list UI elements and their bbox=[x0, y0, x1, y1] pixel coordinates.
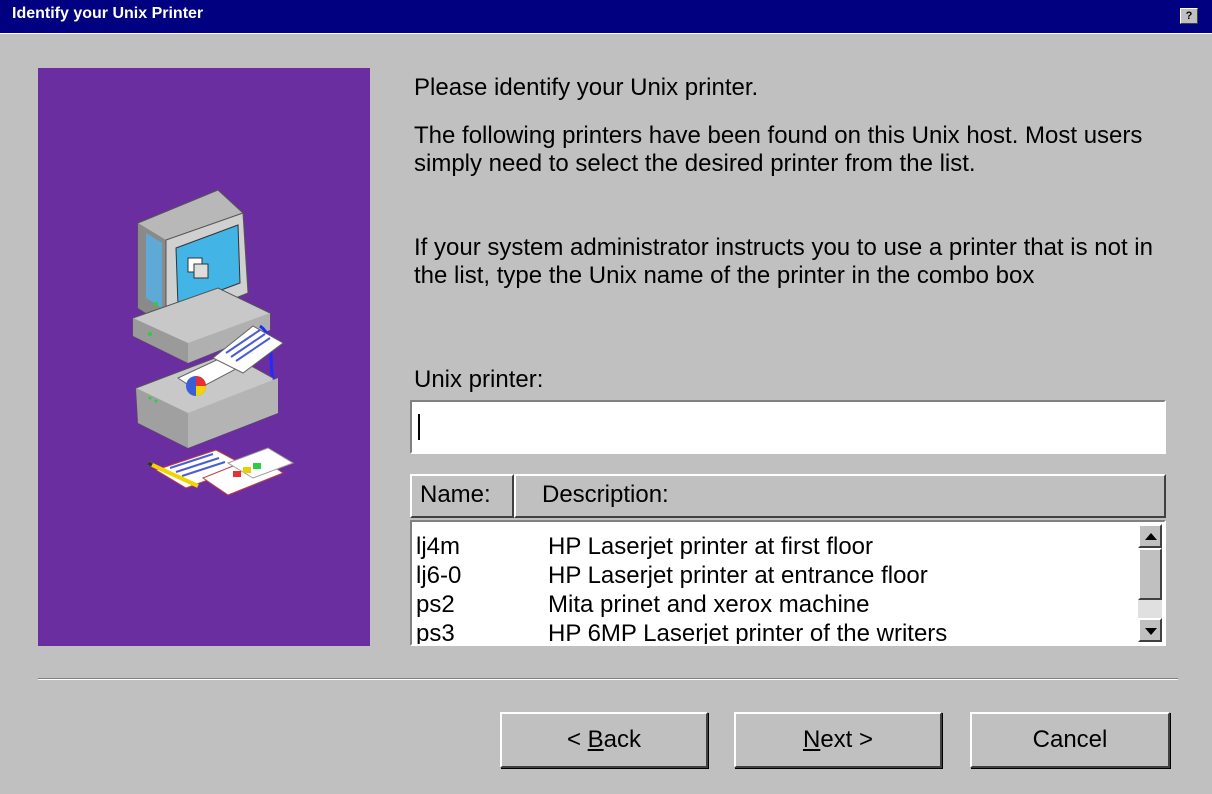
back-button-label: ack bbox=[603, 726, 642, 753]
next-button-mnemonic: N bbox=[802, 726, 821, 753]
scroll-up-button[interactable] bbox=[1138, 524, 1162, 548]
computer-printer-illustration bbox=[132, 189, 295, 496]
printer-description: Mita prinet and xerox machine bbox=[548, 591, 870, 618]
printer-name: lj4m bbox=[416, 533, 461, 560]
intro-paragraph-2: If your system administrator instructs y… bbox=[414, 234, 1153, 289]
printer-name: ps3 bbox=[416, 620, 455, 646]
unix-printer-label: Unix printer: bbox=[414, 366, 544, 393]
column-header-name[interactable]: Name: bbox=[410, 474, 514, 518]
next-button[interactable]: Next > bbox=[734, 712, 942, 768]
wizard-illustration-panel bbox=[38, 68, 370, 646]
unix-printer-input[interactable] bbox=[414, 404, 1162, 450]
printer-name: lj6-0 bbox=[416, 562, 462, 589]
back-button[interactable]: < Back bbox=[500, 712, 708, 768]
back-button-mnemonic: B bbox=[587, 726, 604, 753]
arrow-up-icon bbox=[1145, 533, 1157, 540]
next-button-label: ext > bbox=[820, 726, 874, 753]
printer-description: HP 6MP Laserjet printer of the writers bbox=[548, 620, 948, 646]
list-header: Name: Description: bbox=[410, 474, 1166, 518]
window-title: Identify your Unix Printer bbox=[12, 5, 204, 22]
unix-printer-combobox[interactable] bbox=[410, 400, 1166, 454]
scroll-down-button[interactable] bbox=[1138, 618, 1162, 642]
documents-icon bbox=[147, 447, 295, 496]
arrow-down-icon bbox=[1145, 628, 1157, 635]
printer-description: HP Laserjet printer at entrance floor bbox=[548, 562, 928, 589]
cancel-button[interactable]: Cancel bbox=[970, 712, 1170, 768]
vertical-scrollbar[interactable] bbox=[1138, 524, 1162, 642]
column-header-description[interactable]: Description: bbox=[514, 474, 1166, 518]
scroll-thumb[interactable] bbox=[1138, 548, 1162, 600]
intro-paragraph-1: The following printers have been found o… bbox=[414, 122, 1143, 177]
title-bar: Identify your Unix Printer ? bbox=[0, 0, 1212, 34]
printer-description: HP Laserjet printer at first floor bbox=[548, 533, 874, 560]
back-button-prefix: < bbox=[566, 726, 588, 753]
help-button[interactable]: ? bbox=[1180, 8, 1198, 24]
printer-name: ps2 bbox=[416, 591, 455, 618]
text-caret bbox=[418, 414, 420, 440]
separator-line bbox=[38, 678, 1178, 680]
intro-heading: Please identify your Unix printer. bbox=[414, 74, 759, 101]
printer-list[interactable]: lj4m HP Laserjet printer at first floor … bbox=[410, 520, 1166, 646]
